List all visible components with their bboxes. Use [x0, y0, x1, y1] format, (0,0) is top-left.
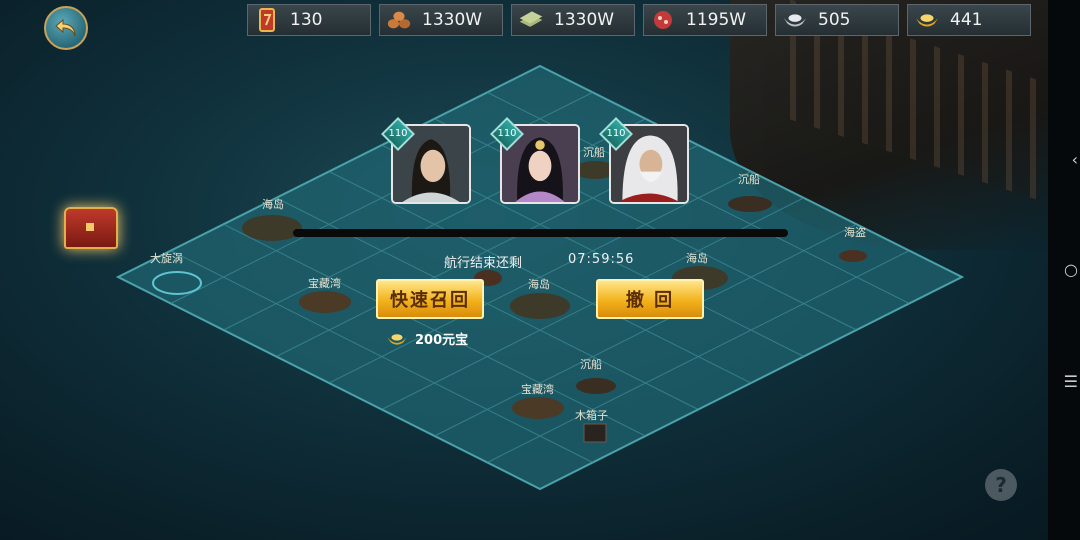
back-arrow-icon	[55, 18, 76, 37]
map-label: 大旋涡	[150, 251, 183, 265]
recall-cost-amount: 200元宝	[415, 333, 469, 348]
map-label: 海岛	[528, 277, 550, 291]
map-label: 沉船	[738, 172, 760, 186]
gold-ingot-icon	[387, 333, 407, 345]
resource-value: 505	[818, 10, 851, 30]
map-label: 海岛	[686, 251, 708, 265]
map-label: 宝藏湾	[521, 382, 554, 396]
resource-counter[interactable]: 505	[775, 4, 899, 36]
map-label: 宝藏湾	[308, 276, 341, 290]
cloth-icon	[518, 9, 544, 31]
help-button[interactable]: ?	[985, 469, 1017, 501]
map-label: 海岛	[262, 197, 284, 211]
wood-icon	[386, 9, 412, 31]
resource-value: 1330W	[422, 10, 483, 30]
resource-value: 1330W	[554, 10, 615, 30]
hero-level: 110	[497, 128, 517, 139]
hero-level: 110	[606, 128, 626, 139]
resource-counter[interactable]: 1330W	[511, 4, 635, 36]
island[interactable]	[242, 215, 302, 241]
shipwreck[interactable]	[576, 378, 616, 394]
resource-counter[interactable]: 1330W	[379, 4, 503, 36]
island[interactable]	[512, 397, 564, 419]
map-label: 木箱子	[575, 408, 608, 422]
quick-recall-button[interactable]: 快速召回	[376, 279, 484, 319]
map-label: 沉船	[583, 145, 605, 159]
pirate-ship[interactable]	[839, 250, 867, 262]
resource-value: 441	[950, 10, 983, 30]
token-icon	[254, 8, 280, 32]
resource-counter[interactable]: 441	[907, 4, 1031, 36]
treasure-chest-icon[interactable]	[64, 207, 118, 249]
meat-icon	[650, 9, 676, 31]
recall-cost: 200元宝	[385, 329, 468, 348]
back-button[interactable]	[44, 6, 88, 50]
voyage-progress-bar	[293, 229, 788, 237]
shipwreck[interactable]	[728, 196, 772, 212]
resource-counter[interactable]: 130	[247, 4, 371, 36]
silver-ingot-icon	[782, 9, 808, 31]
island[interactable]	[299, 291, 351, 313]
hero-level: 110	[388, 128, 408, 139]
voyage-label: 航行结束还剩	[444, 256, 523, 271]
resource-value: 1195W	[686, 10, 747, 30]
crate[interactable]	[583, 423, 607, 443]
voyage-timer: 07:59:56	[568, 252, 635, 267]
map-label: 海盗	[844, 225, 866, 239]
map-label: 沉船	[580, 357, 602, 371]
gold-ingot-icon	[914, 9, 940, 31]
sea-map-board: 海岛 大旋涡 宝藏湾 海岛 沉船 海盗 海岛 沉船 宝藏湾 木箱子 沉船	[115, 64, 965, 491]
resource-value: 130	[290, 10, 323, 30]
resource-counter[interactable]: 1195W	[643, 4, 767, 36]
island[interactable]	[510, 293, 570, 319]
withdraw-button[interactable]: 撤 回	[596, 279, 704, 319]
